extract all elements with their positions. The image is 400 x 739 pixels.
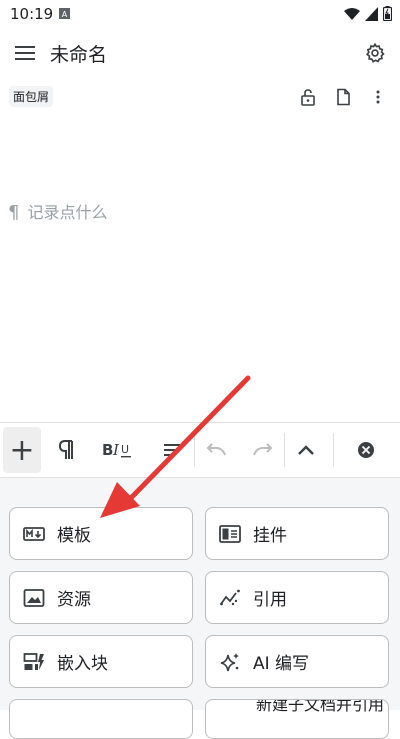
status-time: 10:19 bbox=[10, 5, 54, 23]
redo-icon[interactable] bbox=[248, 433, 276, 467]
widget-book-icon bbox=[219, 524, 241, 543]
svg-text:I: I bbox=[112, 441, 120, 459]
page-title[interactable]: 未命名 bbox=[50, 40, 107, 67]
ai-write-label: AI 编写 bbox=[253, 654, 310, 674]
bold-italic-underline-icon[interactable]: B I U bbox=[100, 433, 136, 467]
markdown-template-icon bbox=[23, 526, 45, 541]
template-button[interactable]: 模板 bbox=[9, 507, 193, 560]
paragraph-icon[interactable] bbox=[52, 433, 82, 467]
ai-write-button[interactable]: AI 编写 bbox=[205, 635, 389, 688]
image-icon bbox=[23, 588, 45, 607]
editor-toolbar: + B I U bbox=[0, 422, 400, 478]
reference-label: 引用 bbox=[253, 590, 287, 610]
paragraph-marker-icon: ¶ bbox=[8, 202, 20, 223]
insert-panel: 模板 挂件 资源 引用 嵌入块 AI 编写 新建子文档并引用 bbox=[0, 478, 400, 739]
editor-placeholder: 记录点什么 bbox=[27, 203, 108, 222]
sparkle-icon bbox=[220, 652, 239, 671]
reference-trend-icon bbox=[220, 589, 240, 605]
align-icon[interactable] bbox=[158, 433, 186, 467]
embed-block-icon bbox=[23, 652, 44, 670]
sub-bar: 面包屑 bbox=[0, 82, 400, 112]
editor-area[interactable]: ¶ 记录点什么 bbox=[8, 199, 107, 223]
menu-icon[interactable] bbox=[14, 43, 36, 63]
document-icon[interactable] bbox=[334, 88, 352, 106]
notification-a-icon: A bbox=[59, 8, 70, 19]
undo-icon[interactable] bbox=[203, 433, 231, 467]
new-subdoc-button[interactable]: 新建子文档并引用 bbox=[205, 699, 389, 739]
svg-text:A: A bbox=[62, 10, 68, 19]
embed-block-label: 嵌入块 bbox=[57, 654, 108, 674]
breadcrumb[interactable]: 面包屑 bbox=[9, 86, 54, 107]
signal-icon bbox=[365, 6, 378, 21]
resource-label: 资源 bbox=[57, 590, 91, 610]
embed-block-button[interactable]: 嵌入块 bbox=[9, 635, 193, 688]
add-icon[interactable]: + bbox=[3, 427, 41, 473]
system-icons bbox=[344, 6, 392, 21]
close-icon[interactable] bbox=[352, 433, 380, 467]
more-vertical-icon[interactable] bbox=[369, 88, 387, 106]
wifi-icon bbox=[344, 7, 360, 20]
template-label: 模板 bbox=[57, 526, 91, 546]
widget-button[interactable]: 挂件 bbox=[205, 507, 389, 560]
battery-icon bbox=[383, 6, 392, 21]
partial-card-left[interactable] bbox=[9, 699, 193, 739]
app-bar: 未命名 bbox=[0, 28, 400, 78]
svg-text:U: U bbox=[121, 443, 129, 456]
svg-text:B: B bbox=[102, 441, 113, 459]
status-bar: 10:19 A bbox=[0, 0, 400, 28]
resource-button[interactable]: 资源 bbox=[9, 571, 193, 624]
unlock-icon[interactable] bbox=[299, 88, 317, 106]
widget-label: 挂件 bbox=[253, 526, 287, 546]
reference-button[interactable]: 引用 bbox=[205, 571, 389, 624]
settings-gear-icon[interactable] bbox=[364, 42, 386, 64]
new-subdoc-label: 新建子文档并引用 bbox=[256, 699, 385, 714]
collapse-icon[interactable] bbox=[292, 433, 320, 467]
